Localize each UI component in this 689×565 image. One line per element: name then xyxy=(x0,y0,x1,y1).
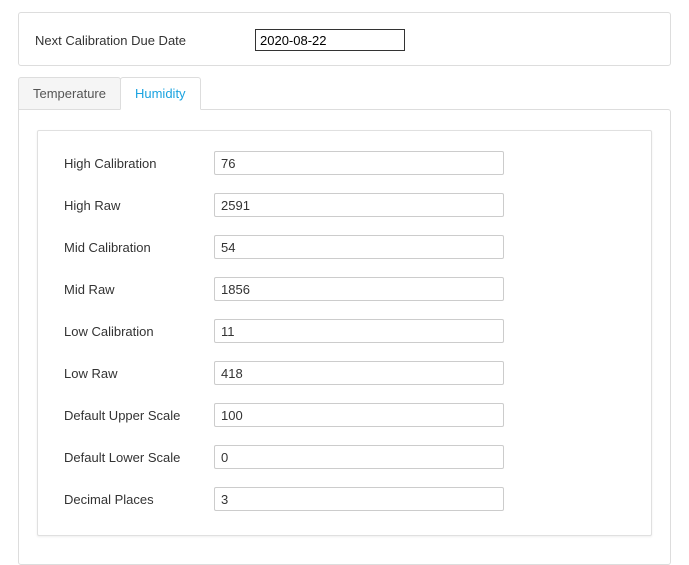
label-decimal-places: Decimal Places xyxy=(64,492,214,507)
input-low-calibration[interactable] xyxy=(214,319,504,343)
row-decimal-places: Decimal Places xyxy=(64,487,625,511)
tab-panel-humidity: High Calibration High Raw Mid Calibratio… xyxy=(18,109,671,565)
label-low-raw: Low Raw xyxy=(64,366,214,381)
input-mid-calibration[interactable] xyxy=(214,235,504,259)
tab-humidity[interactable]: Humidity xyxy=(120,77,201,110)
input-high-calibration[interactable] xyxy=(214,151,504,175)
label-default-lower-scale: Default Lower Scale xyxy=(64,450,214,465)
row-low-raw: Low Raw xyxy=(64,361,625,385)
label-low-calibration: Low Calibration xyxy=(64,324,214,339)
calibration-date-input[interactable] xyxy=(255,29,405,51)
label-default-upper-scale: Default Upper Scale xyxy=(64,408,214,423)
calibration-form-panel: High Calibration High Raw Mid Calibratio… xyxy=(37,130,652,536)
input-high-raw[interactable] xyxy=(214,193,504,217)
row-high-raw: High Raw xyxy=(64,193,625,217)
calibration-date-box: Next Calibration Due Date xyxy=(18,12,671,66)
tab-temperature[interactable]: Temperature xyxy=(18,77,121,110)
input-low-raw[interactable] xyxy=(214,361,504,385)
row-default-upper-scale: Default Upper Scale xyxy=(64,403,625,427)
tabs: Temperature Humidity xyxy=(18,77,671,110)
input-mid-raw[interactable] xyxy=(214,277,504,301)
input-default-upper-scale[interactable] xyxy=(214,403,504,427)
input-decimal-places[interactable] xyxy=(214,487,504,511)
label-high-raw: High Raw xyxy=(64,198,214,213)
row-mid-calibration: Mid Calibration xyxy=(64,235,625,259)
label-high-calibration: High Calibration xyxy=(64,156,214,171)
row-mid-raw: Mid Raw xyxy=(64,277,625,301)
calibration-date-label: Next Calibration Due Date xyxy=(35,33,255,48)
input-default-lower-scale[interactable] xyxy=(214,445,504,469)
row-default-lower-scale: Default Lower Scale xyxy=(64,445,625,469)
row-high-calibration: High Calibration xyxy=(64,151,625,175)
label-mid-calibration: Mid Calibration xyxy=(64,240,214,255)
label-mid-raw: Mid Raw xyxy=(64,282,214,297)
row-low-calibration: Low Calibration xyxy=(64,319,625,343)
